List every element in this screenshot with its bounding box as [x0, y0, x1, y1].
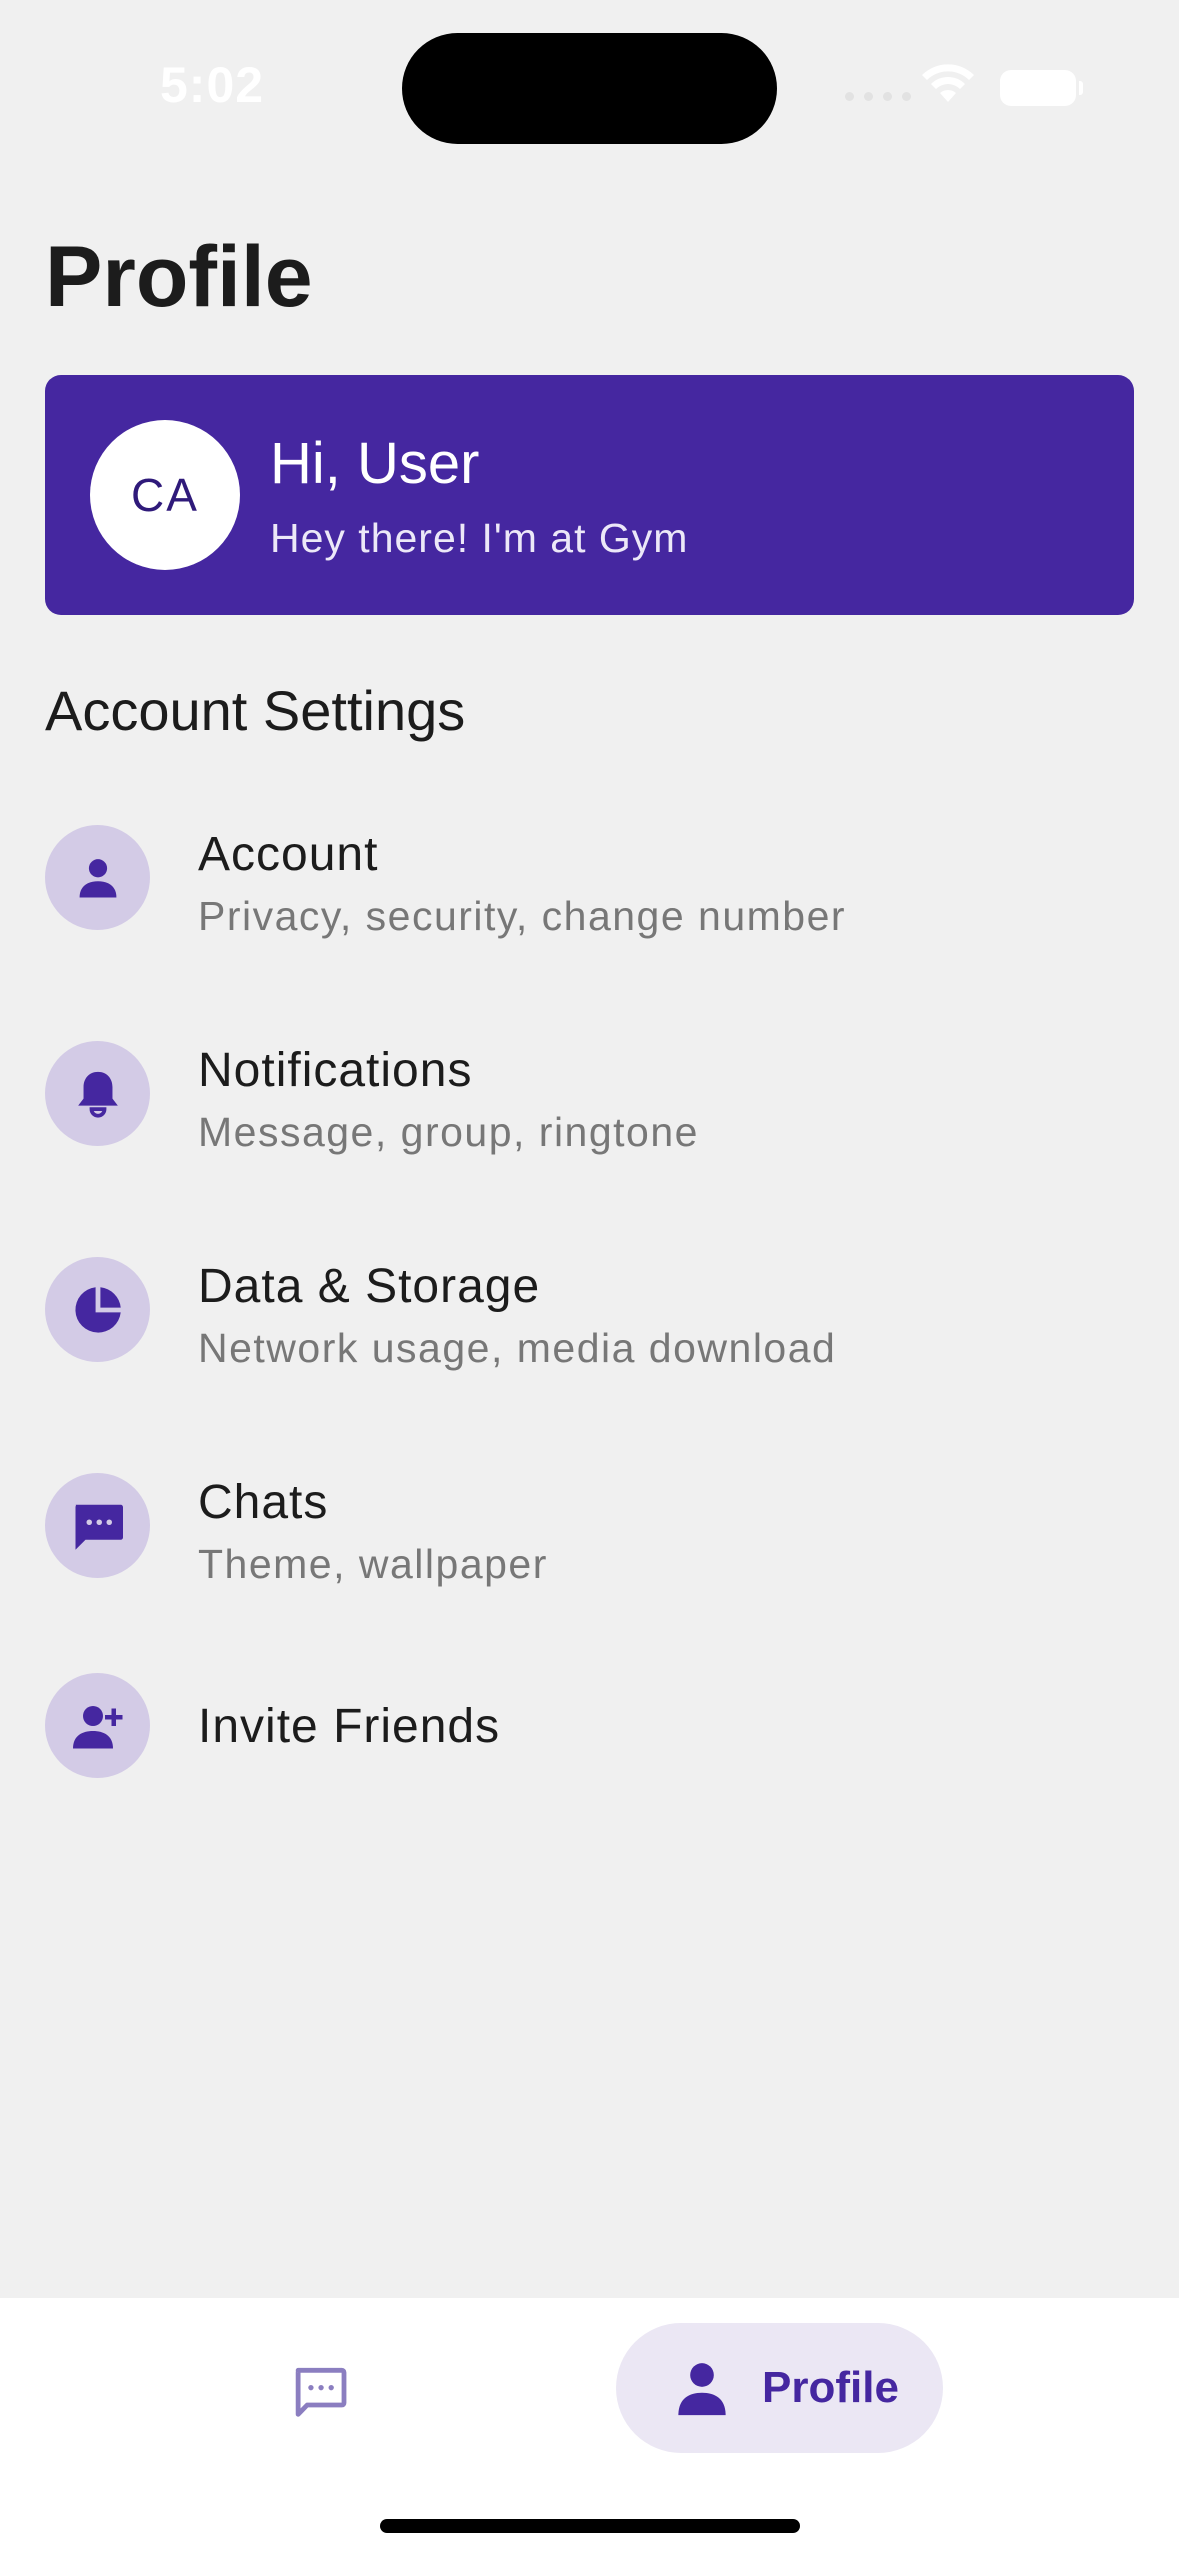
settings-item-subtitle: Theme, wallpaper — [198, 1541, 548, 1587]
settings-item-title: Data & Storage — [198, 1260, 541, 1313]
pie-chart-icon — [45, 1257, 150, 1362]
profile-screen: 5:02 Profile CA Hi, User Hey there! I'm … — [0, 0, 1179, 2556]
settings-item-chats[interactable]: Chats Theme, wallpaper — [45, 1473, 1134, 1623]
nav-tab-chats[interactable] — [270, 2353, 370, 2433]
avatar[interactable]: CA — [90, 420, 240, 570]
nav-tab-profile[interactable]: Profile — [616, 2323, 943, 2453]
settings-item-subtitle: Privacy, security, change number — [198, 893, 847, 939]
settings-item-notifications[interactable]: Notifications Message, group, ringtone — [45, 1041, 1134, 1191]
settings-item-title: Account — [198, 828, 379, 881]
profile-card[interactable]: CA Hi, User Hey there! I'm at Gym — [45, 375, 1134, 615]
bell-icon — [45, 1041, 150, 1146]
profile-status: Hey there! I'm at Gym — [270, 515, 689, 561]
settings-item-subtitle: Network usage, media download — [198, 1325, 837, 1371]
settings-item-title: Chats — [198, 1476, 329, 1529]
section-title: Account Settings — [45, 679, 466, 742]
status-icons — [845, 62, 1085, 112]
person-icon — [45, 825, 150, 930]
person-add-icon — [45, 1673, 150, 1778]
settings-item-account[interactable]: Account Privacy, security, change number — [45, 825, 1134, 975]
dynamic-island — [402, 33, 777, 144]
wifi-icon — [922, 64, 974, 102]
chat-bubble-outline-icon — [295, 2367, 347, 2417]
cellular-signal-icon — [845, 92, 911, 101]
bottom-nav: Profile — [0, 2298, 1179, 2556]
chat-bubble-icon — [45, 1473, 150, 1578]
battery-icon — [1000, 70, 1083, 106]
home-indicator[interactable] — [380, 2519, 800, 2533]
status-time: 5:02 — [160, 57, 265, 113]
settings-item-title: Invite Friends — [198, 1700, 501, 1753]
person-icon — [678, 2363, 726, 2416]
profile-greeting: Hi, User — [270, 431, 480, 496]
page-title: Profile — [45, 229, 313, 325]
settings-item-data-storage[interactable]: Data & Storage Network usage, media down… — [45, 1257, 1134, 1407]
settings-item-invite-friends[interactable]: Invite Friends — [45, 1673, 1134, 1823]
settings-item-title: Notifications — [198, 1044, 473, 1097]
nav-tab-profile-label: Profile — [762, 2363, 899, 2412]
settings-item-subtitle: Message, group, ringtone — [198, 1109, 699, 1155]
